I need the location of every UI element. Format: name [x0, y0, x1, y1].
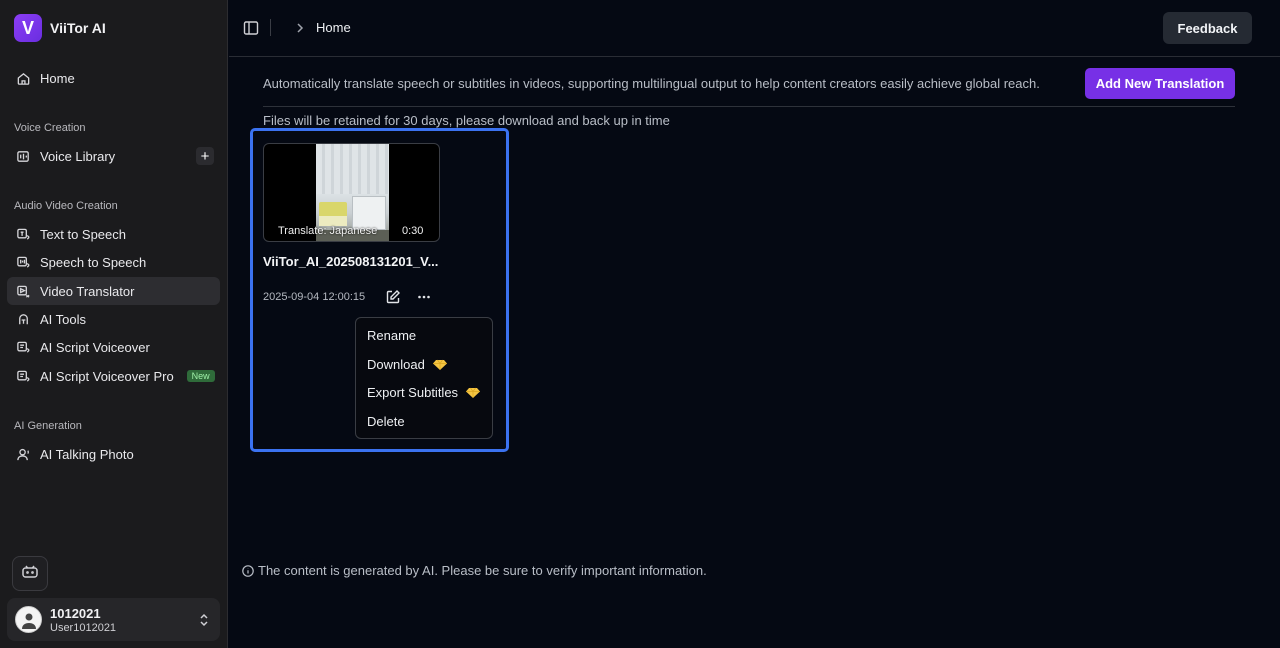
menu-item-delete[interactable]: Delete [367, 414, 405, 429]
script-voiceover-pro-icon [15, 368, 31, 384]
user-name: 1012021 [50, 605, 101, 621]
script-voiceover-icon [15, 339, 31, 355]
sidebar-item-ai-script-voiceover-pro[interactable]: AI Script Voiceover Pro New [7, 362, 220, 390]
brand[interactable]: V ViiTor AI [14, 14, 106, 42]
page-description: Automatically translate speech or subtit… [263, 76, 1040, 91]
library-icon [15, 148, 31, 164]
section-label-audio-video: Audio Video Creation [14, 200, 118, 212]
chevron-up-down-icon[interactable] [198, 612, 210, 628]
sidebar: V ViiTor AI Home Voice Creation Voice Li… [0, 0, 228, 648]
ai-tools-icon [15, 311, 31, 327]
sidebar-item-ai-script-voiceover[interactable]: AI Script Voiceover [7, 333, 220, 361]
menu-item-label: Download [367, 357, 425, 372]
talking-photo-icon [15, 446, 31, 462]
app-name: ViiTor AI [50, 20, 106, 36]
sidebar-item-label: Home [40, 70, 75, 86]
home-icon [15, 70, 31, 86]
sidebar-item-label: AI Script Voiceover Pro [40, 368, 174, 384]
sidebar-item-label: Speech to Speech [40, 254, 147, 270]
context-menu: Rename Download Export Subtitles Delete [355, 317, 493, 439]
user-handle: User1012021 [50, 621, 117, 634]
sidebar-item-home[interactable]: Home [7, 64, 220, 92]
sidebar-item-ai-talking-photo[interactable]: AI Talking Photo [7, 440, 220, 468]
divider [263, 106, 1235, 107]
edit-icon[interactable] [385, 289, 401, 305]
new-badge: New [186, 370, 215, 382]
breadcrumb[interactable]: Home [316, 20, 351, 35]
file-name[interactable]: ViiTor_AI_202508131201_V... [263, 254, 438, 269]
divider [270, 19, 271, 36]
avatar [15, 606, 42, 633]
disclaimer-text: The content is generated by AI. Please b… [258, 563, 707, 578]
video-thumbnail[interactable]: Translate: Japanese 0:30 [263, 143, 440, 242]
sidebar-item-label: AI Tools [40, 311, 87, 327]
sidebar-item-label: AI Script Voiceover [40, 339, 150, 355]
sidebar-item-label: AI Talking Photo [40, 446, 134, 462]
user-card[interactable]: 1012021 User1012021 [7, 598, 220, 641]
sidebar-item-video-translator[interactable]: Video Translator [7, 277, 220, 305]
retention-note: Files will be retained for 30 days, plea… [263, 113, 670, 128]
assistant-button[interactable] [12, 556, 48, 591]
video-translate-icon [15, 283, 31, 299]
sidebar-toggle-icon[interactable] [243, 20, 259, 36]
menu-item-label: Export Subtitles [367, 385, 459, 400]
speech-speech-icon [15, 254, 31, 270]
add-new-translation-button[interactable]: Add New Translation [1085, 68, 1235, 99]
premium-diamond-icon [432, 359, 447, 371]
sidebar-item-voice-library[interactable]: Voice Library [7, 142, 220, 170]
app-logo: V [14, 14, 42, 42]
info-icon [242, 564, 254, 577]
add-voice-button[interactable]: + [196, 147, 214, 165]
sidebar-item-label: Voice Library [40, 148, 116, 164]
menu-item-export-subtitles[interactable]: Export Subtitles [367, 385, 481, 400]
sidebar-item-text-to-speech[interactable]: Text to Speech [7, 220, 220, 248]
sidebar-item-speech-to-speech[interactable]: Speech to Speech [7, 248, 220, 276]
file-date: 2025-09-04 12:00:15 [263, 291, 366, 303]
topbar: Home Feedback [229, 0, 1280, 57]
sidebar-item-label: Video Translator [40, 283, 135, 299]
text-speech-icon [15, 226, 31, 242]
menu-item-download[interactable]: Download [367, 357, 447, 372]
premium-diamond-icon [466, 387, 481, 399]
feedback-button[interactable]: Feedback [1163, 12, 1252, 44]
sidebar-item-ai-tools[interactable]: AI Tools [7, 305, 220, 333]
menu-item-label: Delete [367, 414, 405, 429]
translate-caption: Translate: Japanese [278, 225, 378, 237]
menu-item-label: Rename [367, 328, 417, 343]
video-duration: 0:30 [402, 225, 424, 237]
section-label-voice-creation: Voice Creation [14, 122, 86, 134]
robot-icon [20, 561, 40, 586]
ai-disclaimer: The content is generated by AI. Please b… [242, 563, 707, 578]
section-label-ai-generation: AI Generation [14, 420, 82, 432]
menu-item-rename[interactable]: Rename [367, 328, 416, 343]
more-options-icon[interactable] [416, 289, 432, 305]
chevron-right-icon [295, 21, 305, 35]
sidebar-item-label: Text to Speech [40, 226, 126, 242]
